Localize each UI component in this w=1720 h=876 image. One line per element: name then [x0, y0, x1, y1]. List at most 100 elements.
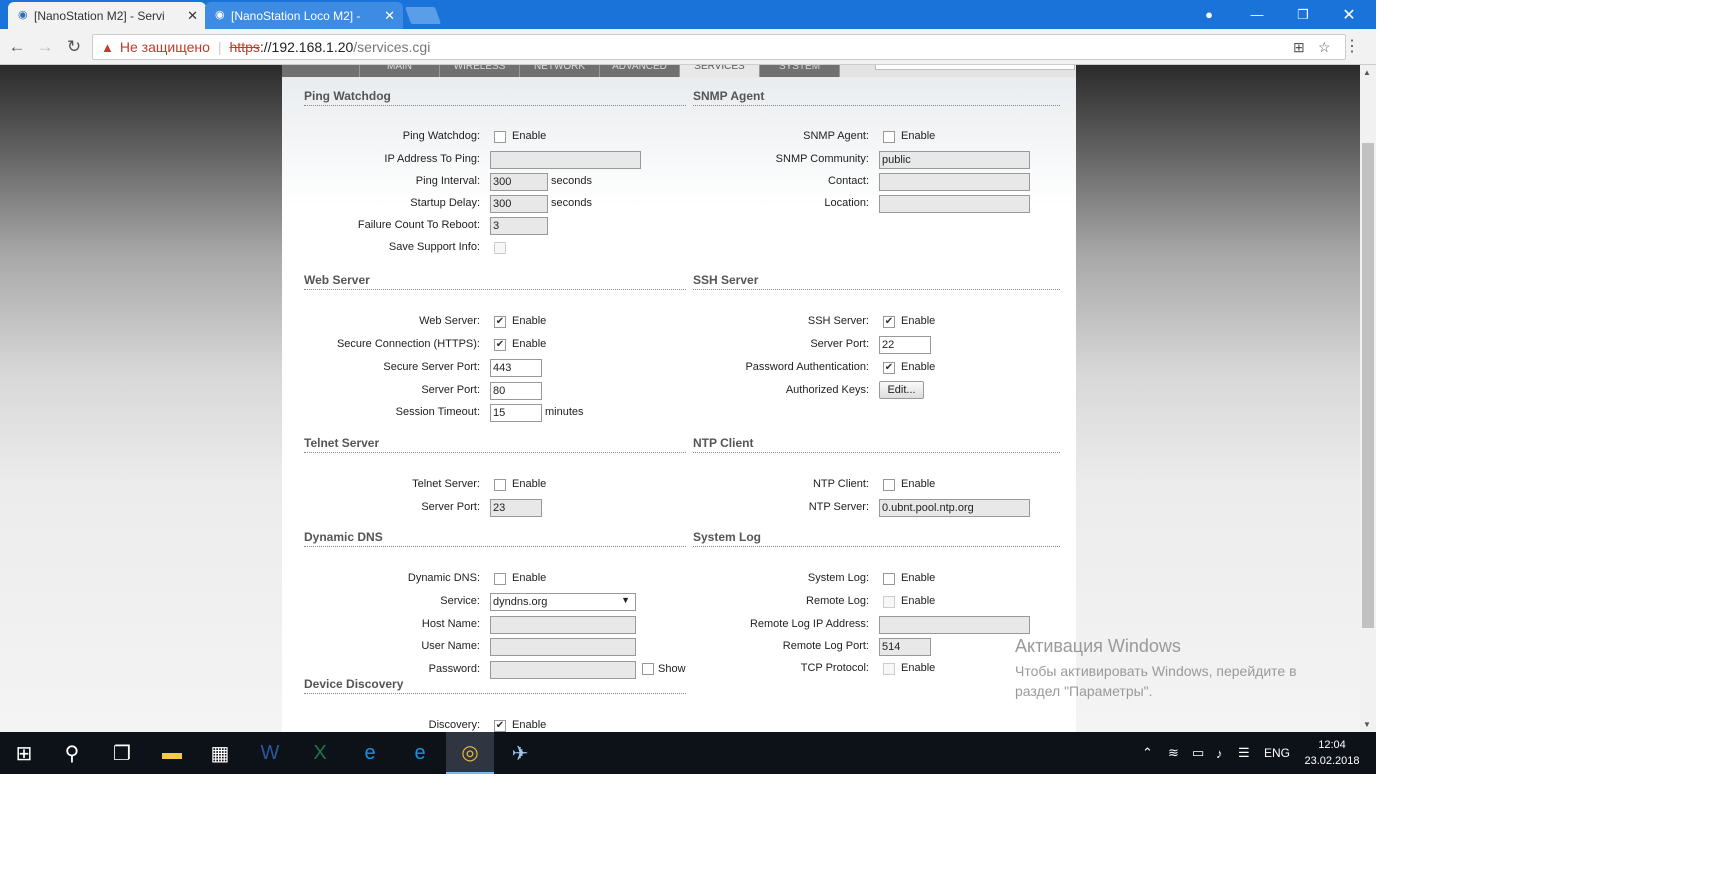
menu-icon[interactable]: ⋮: [1344, 36, 1360, 56]
ssh-port-field[interactable]: 22: [879, 336, 931, 354]
restore-button[interactable]: ❐: [1280, 0, 1326, 29]
word-icon[interactable]: W: [246, 732, 294, 774]
snmp-contact-field[interactable]: [879, 173, 1030, 191]
chevron-up-icon[interactable]: ⌃: [1142, 732, 1153, 774]
address-bar[interactable]: ▲ Не защищено | https://192.168.1.20/ser…: [92, 34, 1346, 60]
tab-network[interactable]: NETWORK: [520, 65, 600, 77]
start-icon[interactable]: ⊞: [0, 732, 48, 774]
star-icon[interactable]: ☆: [1318, 39, 1331, 56]
https-checkbox[interactable]: ✔: [494, 339, 506, 351]
ntp-client-checkbox[interactable]: [883, 479, 895, 491]
section-telnet-server: Telnet Server: [304, 436, 686, 453]
session-timeout-field[interactable]: 15: [490, 404, 542, 422]
discovery-checkbox[interactable]: ✔: [494, 720, 506, 732]
internet-explorer-icon[interactable]: e: [346, 732, 394, 774]
scroll-down-icon[interactable]: ▼: [1363, 720, 1371, 729]
tab-advanced[interactable]: ADVANCED: [600, 65, 680, 77]
secure-port-field[interactable]: 443: [490, 359, 542, 377]
snmp-location-field[interactable]: [879, 195, 1030, 213]
ping-watchdog-checkbox[interactable]: [494, 131, 506, 143]
save-support-checkbox[interactable]: [494, 242, 506, 254]
password-auth-checkbox[interactable]: ✔: [883, 362, 895, 374]
windows-taskbar: ⊞ ⚲ ❐ ▬ ▦ W X e e ◎ ✈ ⌃ ≋ ▭ ♪ ☰ ENG 12:0…: [0, 732, 1376, 774]
edge-icon[interactable]: e: [396, 732, 444, 774]
desktop-screen: ◉ [NanoStation M2] - Servi ✕ ◉ [NanoStat…: [0, 0, 1376, 774]
https-label: Secure Connection (HTTPS):: [336, 338, 480, 350]
logo-tab[interactable]: [282, 65, 360, 77]
tab-services[interactable]: SERVICES: [680, 65, 760, 77]
url-host: ://192.168.1.20: [259, 39, 354, 55]
task-view-icon[interactable]: ❐: [98, 732, 146, 774]
translate-icon[interactable]: ⊞: [1293, 39, 1305, 56]
ntp-client-label: NTP Client:: [812, 478, 869, 490]
file-explorer-icon[interactable]: ▬: [148, 732, 196, 774]
remote-log-ip-field[interactable]: [879, 616, 1030, 634]
remote-log-port-field[interactable]: 514: [879, 638, 931, 656]
telnet-enable-text: Enable: [512, 478, 547, 490]
telnet-server-label: Telnet Server:: [412, 478, 480, 490]
edit-keys-button[interactable]: Edit...: [879, 381, 924, 399]
excel-icon[interactable]: X: [296, 732, 344, 774]
telnet-port-field[interactable]: 23: [490, 499, 542, 517]
search-icon[interactable]: ⚲: [48, 732, 96, 774]
battery-icon[interactable]: ▭: [1192, 732, 1204, 774]
remote-log-checkbox[interactable]: [883, 596, 895, 608]
tcp-protocol-enable-text: Enable: [901, 662, 936, 674]
section-web-server: Web Server: [304, 273, 686, 290]
ssh-server-checkbox[interactable]: ✔: [883, 316, 895, 328]
scrollbar-thumb[interactable]: [1362, 143, 1374, 628]
tcp-protocol-label: TCP Protocol:: [800, 662, 869, 674]
remote-log-port-label: Remote Log Port:: [782, 640, 869, 652]
ip-to-ping-field[interactable]: [490, 151, 641, 169]
wifi-icon: ◉: [18, 9, 28, 21]
ddns-checkbox[interactable]: [494, 573, 506, 585]
forward-button[interactable]: →: [34, 36, 56, 58]
snmp-community-label: SNMP Community:: [775, 153, 869, 165]
startup-delay-field[interactable]: 300: [490, 195, 548, 213]
close-icon[interactable]: ✕: [384, 8, 395, 24]
ping-watchdog-label: Ping Watchdog:: [402, 130, 480, 142]
tab-nanostation-loco[interactable]: ◉ [NanoStation Loco M2] - ✕: [205, 2, 403, 29]
notifications-icon[interactable]: ☰: [1238, 732, 1250, 774]
store-icon[interactable]: ▦: [196, 732, 244, 774]
profile-icon[interactable]: ●: [1186, 0, 1232, 29]
show-password-checkbox[interactable]: [642, 663, 654, 675]
tab-nanostation-m2[interactable]: ◉ [NanoStation M2] - Servi ✕: [8, 2, 206, 29]
host-name-label: Host Name:: [421, 618, 480, 630]
app-icon[interactable]: ✈: [496, 732, 544, 774]
window-close-button[interactable]: ✕: [1326, 0, 1372, 29]
ntp-server-field[interactable]: 0.ubnt.pool.ntp.org: [879, 499, 1030, 517]
back-button[interactable]: ←: [6, 36, 28, 58]
tab-system[interactable]: SYSTEM: [760, 65, 840, 77]
clock[interactable]: 12:04 23.02.2018: [1292, 737, 1372, 769]
chrome-icon[interactable]: ◎: [446, 732, 494, 774]
web-port-field[interactable]: 80: [490, 382, 542, 400]
warning-icon: ▲: [101, 39, 114, 55]
user-name-field[interactable]: [490, 638, 636, 656]
system-log-checkbox[interactable]: [883, 573, 895, 585]
ping-interval-field[interactable]: 300: [490, 173, 548, 191]
snmp-community-field[interactable]: public: [879, 151, 1030, 169]
telnet-server-checkbox[interactable]: [494, 479, 506, 491]
snmp-location-label: Location:: [824, 197, 869, 209]
volume-icon[interactable]: ♪: [1216, 732, 1223, 774]
tab-main[interactable]: MAIN: [360, 65, 440, 77]
ddns-service-select[interactable]: dyndns.org ▼: [490, 593, 636, 611]
web-server-checkbox[interactable]: ✔: [494, 316, 506, 328]
tools-select[interactable]: [875, 65, 1075, 70]
session-timeout-unit: minutes: [545, 406, 584, 418]
close-icon[interactable]: ✕: [187, 8, 198, 24]
language-indicator[interactable]: ENG: [1264, 732, 1290, 774]
minimize-button[interactable]: —: [1234, 0, 1280, 29]
network-icon[interactable]: ≋: [1168, 732, 1179, 774]
failure-count-field[interactable]: 3: [490, 217, 548, 235]
https-enable-text: Enable: [512, 338, 547, 350]
reload-button[interactable]: ↻: [63, 36, 85, 58]
new-tab-button[interactable]: [404, 7, 442, 24]
snmp-agent-checkbox[interactable]: [883, 131, 895, 143]
tab-wireless[interactable]: WIRELESS: [440, 65, 520, 77]
show-password-text: Show: [658, 663, 686, 675]
tcp-protocol-checkbox[interactable]: [883, 663, 895, 675]
scroll-up-icon[interactable]: ▲: [1363, 68, 1371, 77]
host-name-field[interactable]: [490, 616, 636, 634]
